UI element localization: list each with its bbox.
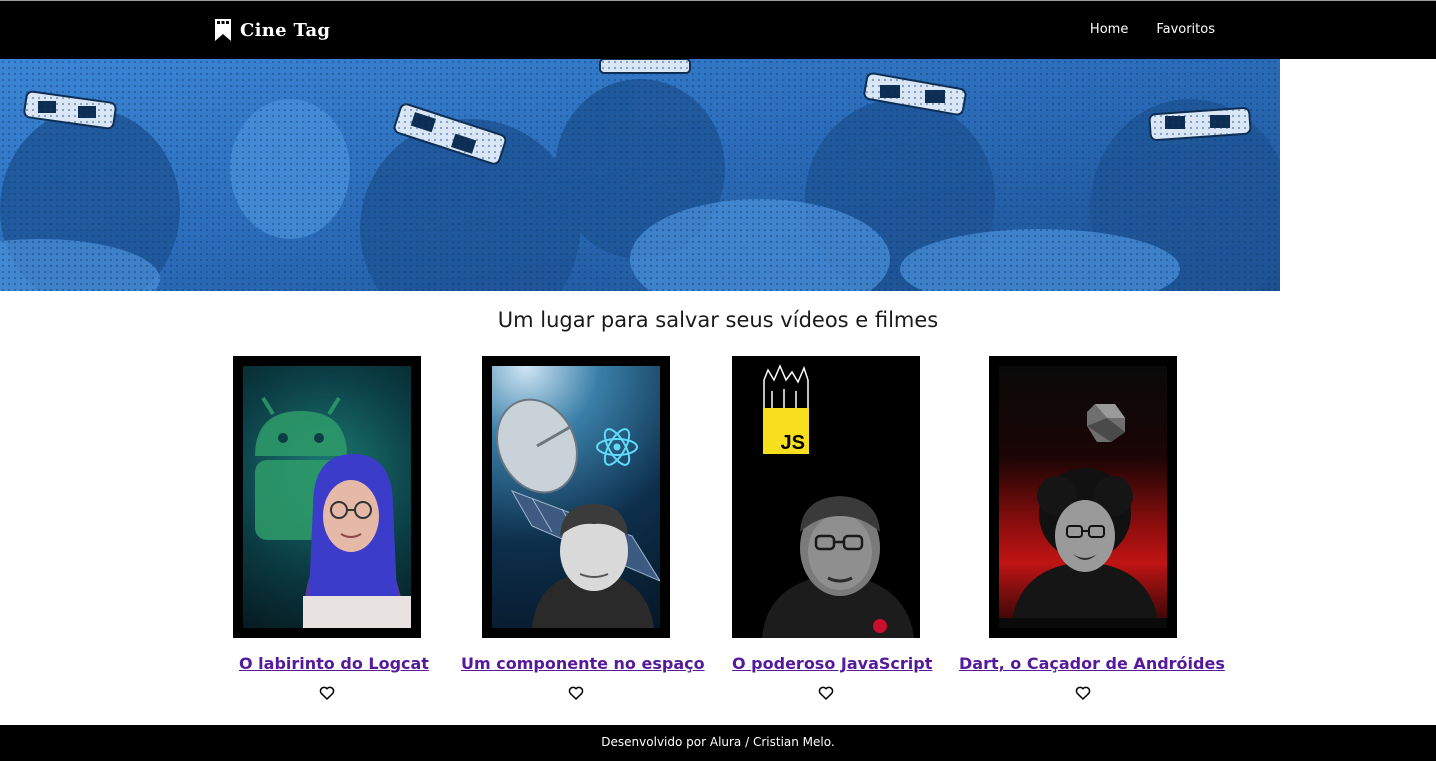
video-poster[interactable]: JS xyxy=(732,356,920,638)
footer-credit: Desenvolvido por Alura / Cristian Melo. xyxy=(601,735,835,749)
heart-outline-icon[interactable] xyxy=(568,685,584,701)
castle-sketch-icon xyxy=(763,364,809,411)
bookmark-film-icon xyxy=(215,19,231,41)
video-card: Dart, o Caçador de Andróides xyxy=(959,356,1225,700)
video-card: O labirinto do Logcat xyxy=(233,356,429,700)
brand-logo[interactable]: Cine Tag xyxy=(214,18,330,42)
javascript-badge-text: JS xyxy=(781,432,805,454)
page-tagline: Um lugar para salvar seus vídeos e filme… xyxy=(497,308,939,332)
heart-outline-icon[interactable] xyxy=(319,685,335,701)
site-header: Cine Tag Home Favoritos xyxy=(0,1,1436,59)
nav-home-link[interactable]: Home xyxy=(1090,22,1128,37)
heart-outline-icon[interactable] xyxy=(818,685,834,701)
dart-logo-icon xyxy=(1087,404,1125,442)
video-title-link[interactable]: O poderoso JavaScript xyxy=(732,654,932,673)
nav-favorites-link[interactable]: Favoritos xyxy=(1156,22,1215,37)
video-card: Um componente no espaço xyxy=(461,356,705,700)
video-title-link[interactable]: Um componente no espaço xyxy=(461,654,705,673)
brand-name: Cine Tag xyxy=(240,19,331,41)
heart-outline-icon[interactable] xyxy=(1075,685,1091,701)
video-poster[interactable] xyxy=(989,356,1177,638)
main-nav: Home Favoritos xyxy=(1090,22,1215,37)
video-title-link[interactable]: O labirinto do Logcat xyxy=(239,654,429,673)
video-poster[interactable] xyxy=(482,356,670,638)
site-footer: Desenvolvido por Alura / Cristian Melo. xyxy=(0,725,1436,761)
video-poster[interactable] xyxy=(233,356,421,638)
video-title-link[interactable]: Dart, o Caçador de Andróides xyxy=(959,654,1225,673)
video-card: JS O poderoso JavaScript xyxy=(732,356,932,700)
hero-banner-image xyxy=(0,59,1280,291)
